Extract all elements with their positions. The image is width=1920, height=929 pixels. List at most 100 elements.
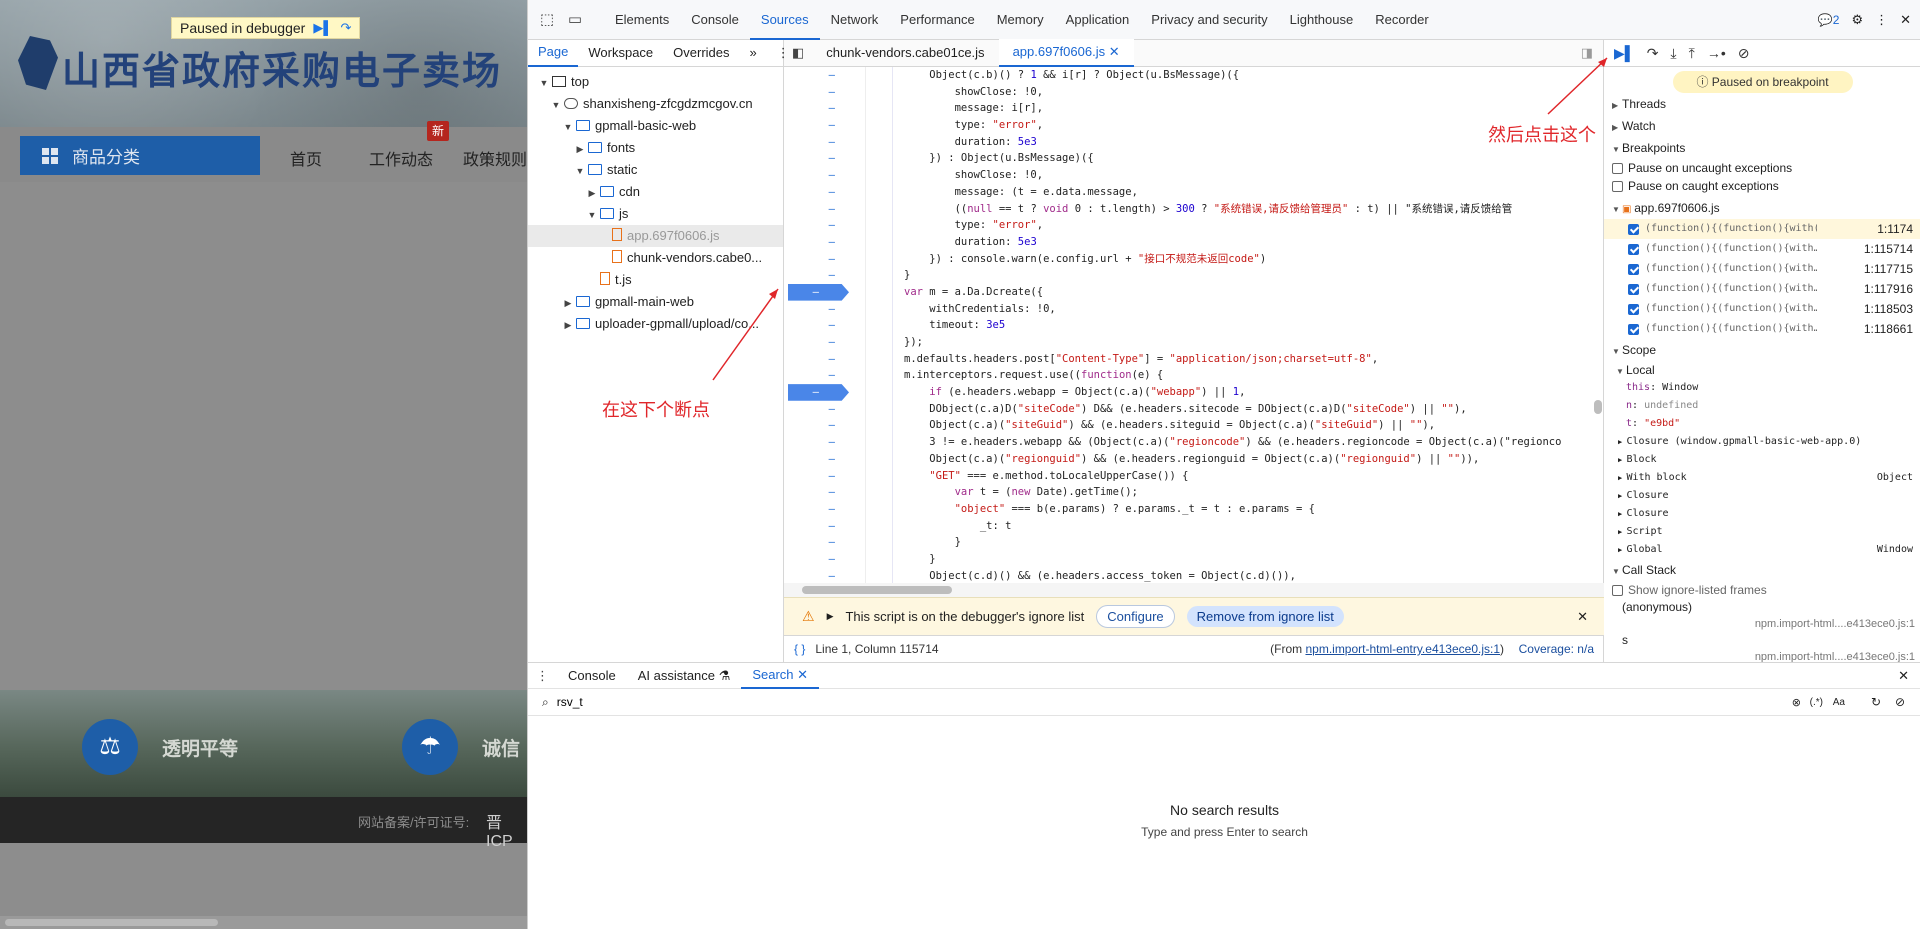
- gutter-line[interactable]: –: [784, 417, 865, 434]
- gutter-line[interactable]: –: [784, 217, 865, 234]
- tree-item[interactable]: ▼ shanxisheng-zfcgdzmcgov.cn: [528, 93, 783, 115]
- drawer-tab-ai-assistance[interactable]: AI assistance ⚗: [627, 663, 742, 688]
- configure-button[interactable]: Configure: [1096, 605, 1175, 628]
- tree-item[interactable]: ▼ top: [528, 71, 783, 93]
- local-variable[interactable]: t: "e9bd": [1604, 415, 1920, 433]
- gutter-line[interactable]: –: [784, 334, 865, 351]
- tree-item[interactable]: ▼ js: [528, 203, 783, 225]
- nav-policy[interactable]: 政策规则: [463, 146, 527, 170]
- devtools-tab-lighthouse[interactable]: Lighthouse: [1279, 0, 1365, 40]
- source-map-link[interactable]: npm.import-html-entry.e413ece0.js:1: [1305, 642, 1500, 656]
- scope-entry[interactable]: ▶ Global Window: [1604, 541, 1920, 559]
- close-drawer-icon[interactable]: ✕: [1898, 668, 1909, 684]
- tree-item[interactable]: ▶ uploader-gpmall/upload/co...: [528, 313, 783, 335]
- watch-section[interactable]: ▶ Watch: [1604, 115, 1920, 137]
- more-options-icon[interactable]: ⋮: [1875, 12, 1888, 28]
- line-gutter[interactable]: – – – – – – – – – – – – – – – – – – – – – – – – – – – – – – –: [784, 67, 866, 583]
- devtools-tab-memory[interactable]: Memory: [986, 0, 1055, 40]
- drawer-tab-console[interactable]: Console: [557, 663, 627, 688]
- tree-item[interactable]: app.697f0606.js: [528, 225, 783, 247]
- tree-item[interactable]: t.js: [528, 269, 783, 291]
- breakpoint-item[interactable]: (function(){(function(){with(th… 1:1174: [1604, 219, 1920, 239]
- show-ignored-frames-checkbox[interactable]: Show ignore-listed frames: [1604, 581, 1920, 599]
- drawer-menu-icon[interactable]: ⋮: [528, 668, 557, 684]
- gutter-line[interactable]: –: [784, 434, 865, 451]
- gutter-line[interactable]: –: [784, 251, 865, 268]
- tree-item[interactable]: chunk-vendors.cabe0...: [528, 247, 783, 269]
- navigator-tab-overrides[interactable]: Overrides: [663, 40, 739, 66]
- breakpoint-item[interactable]: (function(){(function(){with… 1:118661: [1604, 319, 1920, 339]
- local-scope[interactable]: ▼ Local: [1604, 361, 1920, 379]
- deactivate-breakpoints-icon[interactable]: ⊘: [1738, 45, 1750, 62]
- local-variable[interactable]: this: Window: [1604, 379, 1920, 397]
- breakpoint-checkbox[interactable]: [1628, 223, 1639, 235]
- gutter-line[interactable]: –: [784, 234, 865, 251]
- threads-section[interactable]: ▶ Threads: [1604, 93, 1920, 115]
- close-tab-icon[interactable]: ✕: [1109, 44, 1120, 59]
- clear-results-icon[interactable]: ⊘: [1895, 695, 1905, 709]
- tree-item[interactable]: ▶ cdn: [528, 181, 783, 203]
- step-out-icon[interactable]: ⤒: [1689, 45, 1695, 62]
- breakpoint-item[interactable]: (function(){(function(){with… 1:115714: [1604, 239, 1920, 259]
- close-search-tab-icon[interactable]: ✕: [797, 667, 808, 682]
- drawer-tab-search[interactable]: Search ✕: [741, 662, 820, 689]
- devtools-tab-sources[interactable]: Sources: [749, 0, 820, 40]
- call-stack-section[interactable]: ▼ Call Stack: [1604, 559, 1920, 581]
- gutter-line[interactable]: –: [784, 67, 865, 84]
- breakpoint-checkbox[interactable]: [1628, 283, 1639, 295]
- devtools-tab-recorder[interactable]: Recorder: [1364, 0, 1439, 40]
- gutter-line[interactable]: –: [784, 301, 865, 318]
- gutter-line[interactable]: –: [784, 201, 865, 218]
- scope-entry[interactable]: ▶ Closure: [1604, 487, 1920, 505]
- tree-item[interactable]: ▼ static: [528, 159, 783, 181]
- file-tab-app[interactable]: app.697f0606.js ✕: [998, 39, 1134, 67]
- tree-item[interactable]: ▶ fonts: [528, 137, 783, 159]
- expand-arrow-icon[interactable]: ▶: [562, 292, 574, 313]
- gutter-line[interactable]: –: [784, 351, 865, 368]
- expand-arrow-icon[interactable]: ▶: [827, 611, 834, 622]
- devtools-tab-application[interactable]: Application: [1055, 0, 1141, 40]
- more-tabs-icon[interactable]: »: [740, 40, 767, 66]
- breakpoint-item[interactable]: (function(){(function(){with… 1:118503: [1604, 299, 1920, 319]
- breakpoint-item[interactable]: (function(){(function(){with… 1:117715: [1604, 259, 1920, 279]
- gutter-line[interactable]: –: [784, 184, 865, 201]
- editor-horizontal-scrollbar[interactable]: [784, 583, 1604, 597]
- settings-gear-icon[interactable]: ⚙: [1851, 12, 1863, 28]
- step-icon[interactable]: →•: [1707, 45, 1726, 61]
- devtools-tab-performance[interactable]: Performance: [889, 0, 985, 40]
- step-over-icon[interactable]: ↷: [1647, 45, 1659, 62]
- gutter-line[interactable]: –: [784, 551, 865, 568]
- coverage-label[interactable]: Coverage: n/a: [1519, 642, 1594, 656]
- gutter-line[interactable]: –: [784, 518, 865, 535]
- local-variable[interactable]: n: undefined: [1604, 397, 1920, 415]
- gutter-line[interactable]: –: [784, 568, 865, 583]
- page-horizontal-scrollbar[interactable]: [0, 916, 527, 929]
- navigator-tab-page[interactable]: Page: [528, 39, 579, 67]
- gutter-line[interactable]: –: [784, 167, 865, 184]
- breakpoint-checkbox[interactable]: [1628, 323, 1639, 335]
- gutter-line[interactable]: –: [784, 84, 865, 101]
- toggle-debugger-icon[interactable]: ◨: [1581, 45, 1593, 61]
- toggle-navigator-icon[interactable]: ◧: [784, 45, 812, 61]
- resume-icon[interactable]: ▶▌: [313, 18, 332, 38]
- clear-search-icon[interactable]: ⊗: [1792, 696, 1801, 709]
- pause-caught-checkbox[interactable]: Pause on caught exceptions: [1604, 177, 1920, 195]
- gutter-line[interactable]: –: [784, 484, 865, 501]
- breakpoint-checkbox[interactable]: [1628, 303, 1639, 315]
- scope-entry[interactable]: ▶ Script: [1604, 523, 1920, 541]
- scope-entry[interactable]: ▶ Block: [1604, 451, 1920, 469]
- expand-arrow-icon[interactable]: ▶: [574, 138, 586, 159]
- match-case-toggle[interactable]: Aa: [1833, 697, 1845, 708]
- breakpoint-checkbox[interactable]: [1628, 243, 1639, 255]
- tree-item[interactable]: ▼ gpmall-basic-web: [528, 115, 783, 137]
- breakpoint-marker[interactable]: –: [788, 283, 849, 301]
- messages-badge[interactable]: 💬2: [1818, 13, 1840, 27]
- category-button[interactable]: 商品分类: [20, 136, 260, 175]
- breakpoint-item[interactable]: (function(){(function(){with… 1:117916: [1604, 279, 1920, 299]
- editor-vertical-scrollbar[interactable]: [1594, 97, 1602, 583]
- expand-arrow-icon[interactable]: ▶: [586, 182, 598, 203]
- search-input[interactable]: [556, 695, 1557, 709]
- devtools-tab-console[interactable]: Console: [680, 0, 750, 40]
- breakpoints-section[interactable]: ▼ Breakpoints: [1604, 137, 1920, 159]
- navigator-tab-workspace[interactable]: Workspace: [578, 40, 663, 66]
